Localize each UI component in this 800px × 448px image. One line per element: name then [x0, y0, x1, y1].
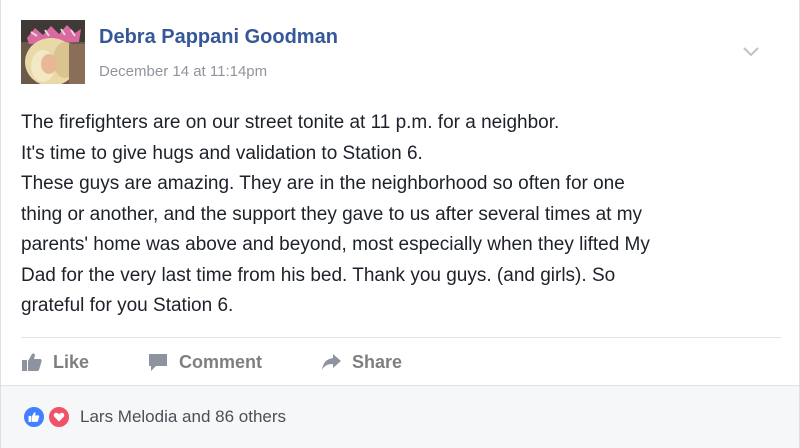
love-reaction-icon[interactable]: [47, 405, 71, 429]
reactions-text[interactable]: Lars Melodia and 86 others: [80, 407, 286, 427]
reaction-icons: [22, 405, 76, 429]
speech-bubble-icon: [147, 351, 169, 373]
comment-label: Comment: [179, 351, 263, 372]
like-button[interactable]: Like: [21, 346, 89, 378]
chevron-down-icon[interactable]: [743, 44, 759, 57]
author-name[interactable]: Debra Pappani Goodman: [99, 26, 338, 49]
post-body-line: These guys are amazing. They are in the …: [21, 173, 625, 194]
post-header: Debra Pappani Goodman December 14 at 11:…: [21, 18, 781, 86]
post-body-line: parents' home was above and beyond, most…: [21, 234, 650, 255]
avatar[interactable]: [21, 20, 85, 84]
reactions-summary[interactable]: Lars Melodia and 86 others: [22, 405, 286, 429]
post-card: Debra Pappani Goodman December 14 at 11:…: [0, 0, 800, 448]
avatar-image: [21, 20, 85, 84]
post-body-line: The firefighters are on our street tonit…: [21, 112, 560, 133]
post-actions: Like Comment Share: [21, 346, 781, 378]
share-label: Share: [352, 351, 403, 372]
post-body-line: thing or another, and the support they g…: [21, 203, 643, 225]
like-reaction-icon[interactable]: [22, 405, 46, 429]
post-body-line: grateful for you Station 6.: [21, 295, 234, 316]
divider: [21, 337, 781, 338]
share-button[interactable]: Share: [320, 346, 402, 378]
reactions-bar: Lars Melodia and 86 others: [1, 385, 799, 448]
share-arrow-icon: [320, 351, 342, 373]
post-body: The firefighters are on our street tonit…: [21, 108, 781, 322]
post-body-line: It's time to give hugs and validation to…: [21, 142, 423, 164]
post-timestamp[interactable]: December 14 at 11:14pm: [99, 63, 267, 80]
comment-button[interactable]: Comment: [147, 346, 262, 378]
thumbs-up-icon: [21, 351, 43, 373]
like-label: Like: [53, 351, 90, 372]
post-body-line: Dad for the very last time from his bed.…: [21, 264, 616, 286]
